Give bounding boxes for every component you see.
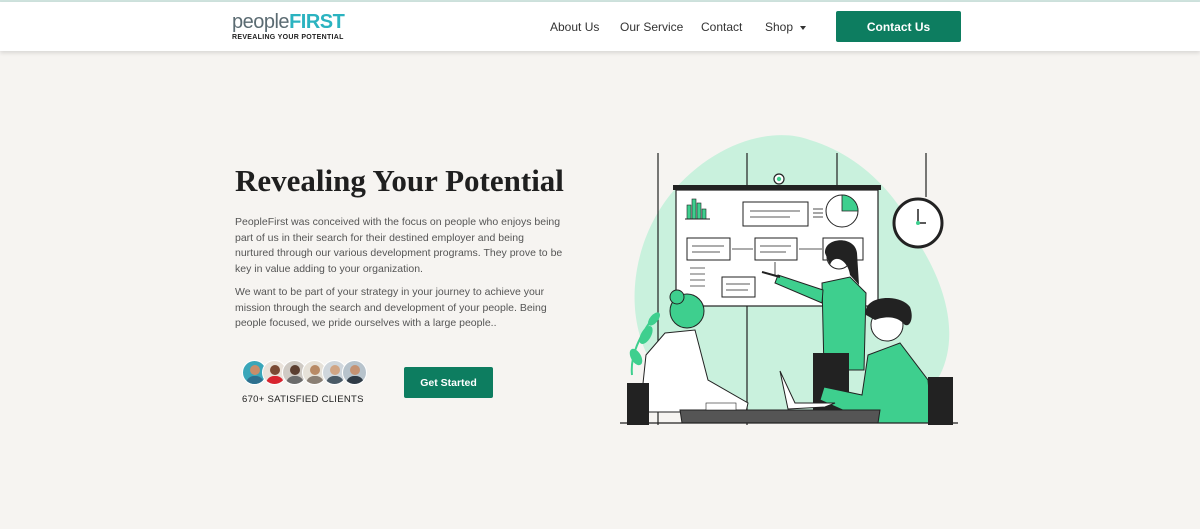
nav-contact[interactable]: Contact (701, 20, 742, 34)
get-started-button[interactable]: Get Started (404, 367, 493, 398)
satisfied-clients-label: 670+ SATISFIED CLIENTS (242, 394, 364, 405)
hero-paragraph-1: PeopleFirst was conceived with the focus… (235, 216, 563, 275)
nav-our-service[interactable]: Our Service (620, 20, 683, 34)
chevron-down-icon (800, 25, 807, 30)
nav-shop-label: Shop (765, 20, 794, 34)
hero-illustration (620, 135, 958, 425)
logo-wordmark: peopleFIRST (232, 11, 345, 33)
hero-paragraph-2: We want to be part of your strategy in y… (235, 286, 547, 329)
site-header: peopleFIRST REVEALING YOUR POTENTIAL Abo… (0, 2, 1200, 51)
logo-people-text: people (232, 11, 290, 33)
nav-shop[interactable]: Shop (765, 20, 807, 34)
hero-title: Revealing Your Potential (235, 163, 564, 198)
nav-about-us[interactable]: About Us (550, 20, 599, 34)
logo-first-text: FIRST (289, 11, 345, 33)
contact-us-button[interactable]: Contact Us (836, 11, 961, 42)
logo-tagline: REVEALING YOUR POTENTIAL (232, 34, 344, 41)
avatar (342, 360, 367, 385)
brand-logo[interactable]: peopleFIRST REVEALING YOUR POTENTIAL (232, 11, 345, 41)
